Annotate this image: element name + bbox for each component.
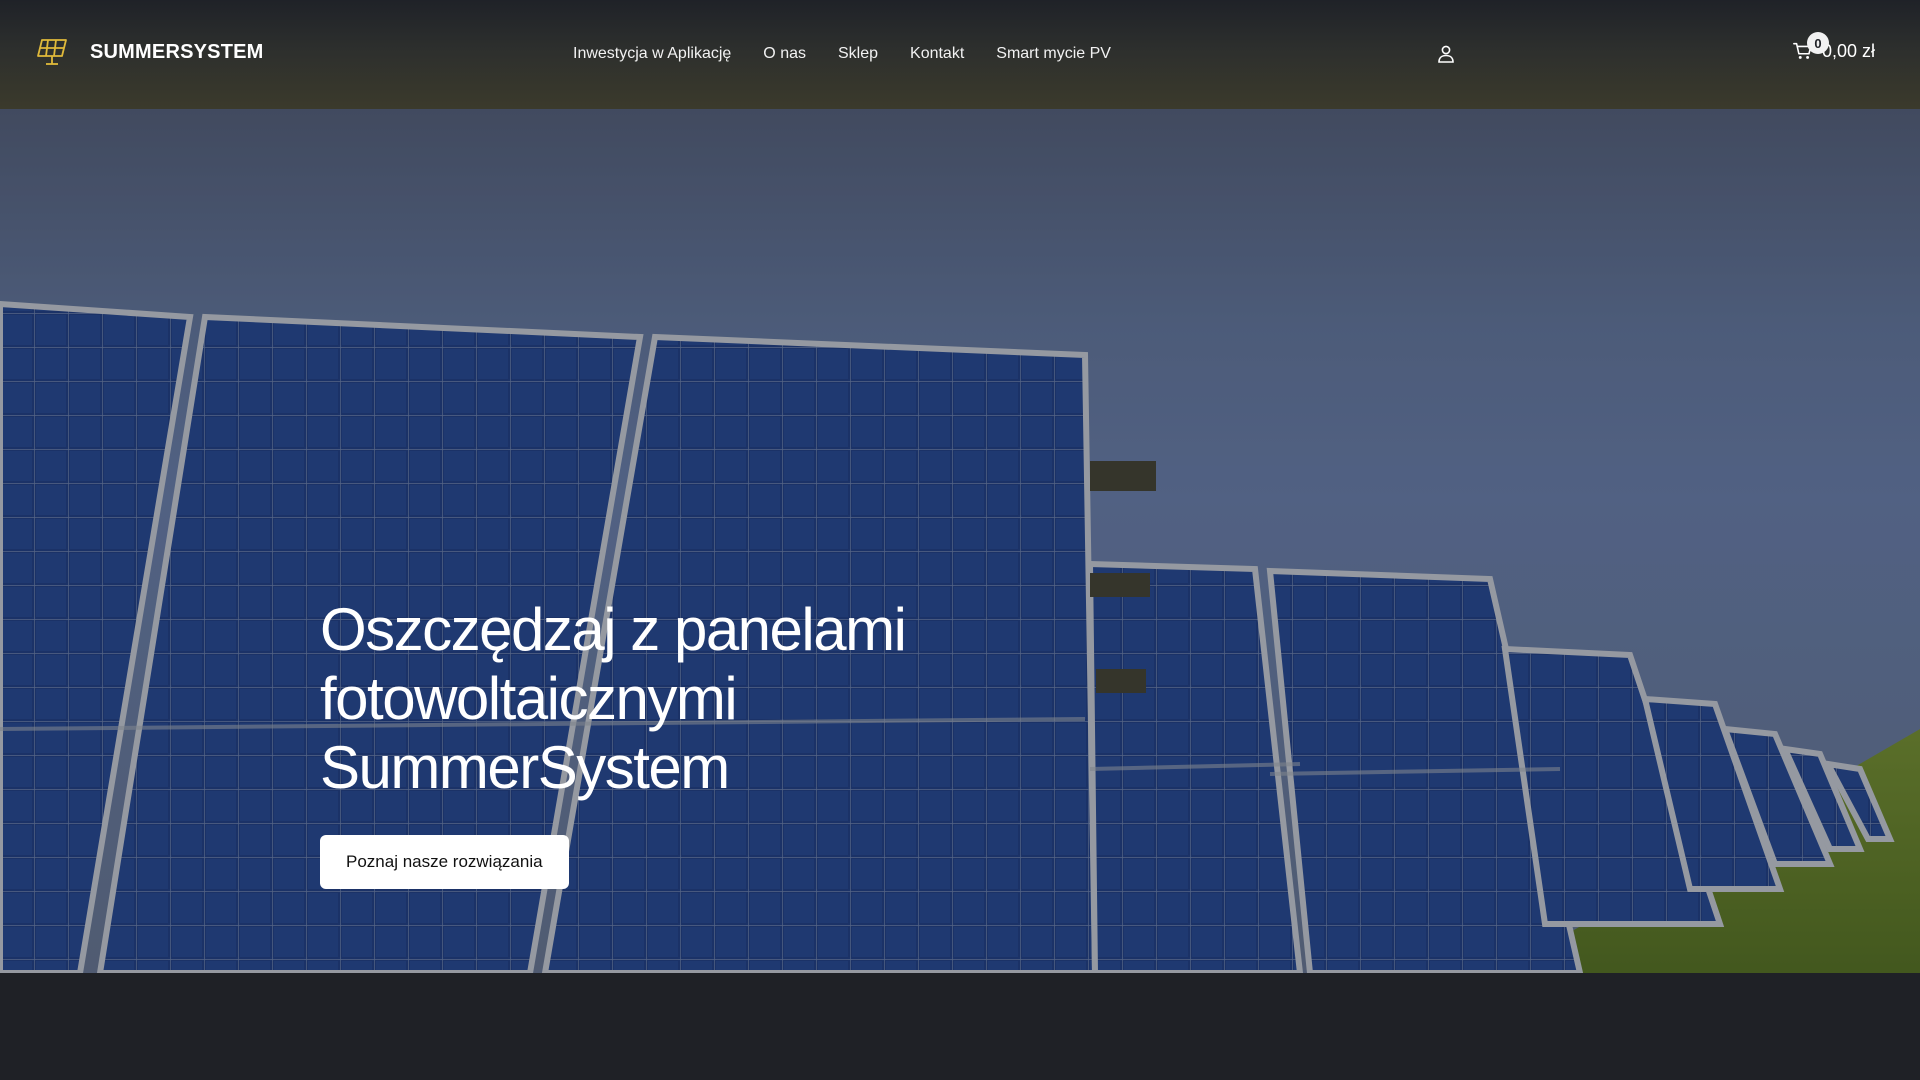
brand-name: SUMMERSYSTEM	[90, 40, 264, 63]
nav-item-shop[interactable]: Sklep	[838, 44, 878, 64]
hero-title-line: fotowoltaicznymi	[320, 665, 738, 732]
explore-solutions-button[interactable]: Poznaj nasze rozwiązania	[320, 835, 569, 889]
cart-total: 0,00 zł	[1822, 40, 1876, 61]
hero-title-line: Oszczędzaj z panelami	[320, 596, 907, 663]
user-icon	[1438, 45, 1454, 63]
site-header: SUMMERSYSTEM Inwestycja w Aplikację O na…	[0, 0, 1920, 109]
account-button[interactable]	[1434, 42, 1458, 66]
hero-title: Oszczędzaj z panelami fotowoltaicznymi S…	[320, 595, 1020, 802]
hero-title-line: SummerSystem	[320, 734, 730, 801]
nav-item-smart-cleaning[interactable]: Smart mycie PV	[996, 44, 1111, 64]
main-nav: Inwestycja w Aplikację O nas Sklep Konta…	[573, 44, 1143, 64]
cart-count-badge: 0	[1807, 32, 1829, 54]
cart-button[interactable]: 0 0,00 zł	[1792, 32, 1876, 62]
hero-content: Oszczędzaj z panelami fotowoltaicznymi S…	[320, 595, 1020, 889]
site-logo[interactable]: SUMMERSYSTEM	[36, 36, 264, 68]
nav-item-about[interactable]: O nas	[763, 44, 806, 64]
page-bottom-area	[0, 973, 1920, 1080]
nav-item-investment[interactable]: Inwestycja w Aplikację	[573, 44, 731, 64]
nav-item-contact[interactable]: Kontakt	[910, 44, 964, 64]
hero-section: Oszczędzaj z panelami fotowoltaicznymi S…	[0, 109, 1920, 973]
solar-panel-icon	[37, 39, 67, 65]
